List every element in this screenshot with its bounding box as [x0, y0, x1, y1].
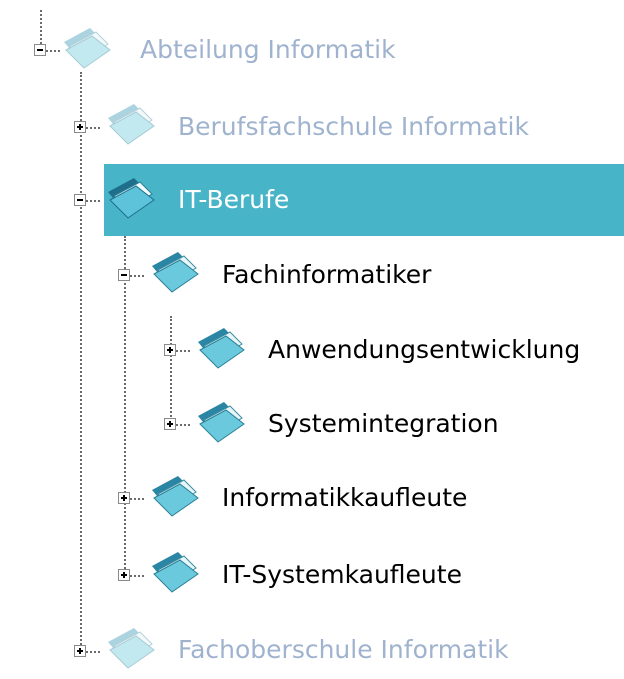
tree-guide-line: [86, 127, 100, 129]
expand-toggle[interactable]: [118, 569, 130, 581]
tree-guide-line: [86, 200, 100, 202]
folder-tree: Abteilung Informatik Berufsfachschule In…: [0, 0, 624, 679]
tree-node-label: IT-Systemkaufleute: [222, 560, 462, 589]
tree-guide-line: [86, 651, 100, 653]
folder-icon: [104, 98, 164, 148]
tree-guide-line: [130, 575, 144, 577]
folder-icon: [104, 172, 164, 222]
folder-icon: [148, 246, 208, 296]
tree-guide-line: [176, 350, 190, 352]
tree-node-label: Abteilung Informatik: [140, 35, 396, 64]
folder-icon: [194, 396, 254, 446]
tree-node-label: Berufsfachschule Informatik: [178, 112, 529, 141]
tree-guide-line: [46, 50, 60, 52]
collapse-toggle[interactable]: [118, 269, 130, 281]
folder-icon: [194, 322, 254, 372]
tree-node-label: Fachoberschule Informatik: [178, 635, 509, 664]
folder-icon: [60, 22, 120, 72]
collapse-toggle[interactable]: [34, 44, 46, 56]
expand-toggle[interactable]: [74, 121, 86, 133]
folder-icon: [148, 470, 208, 520]
tree-node-label: IT-Berufe: [178, 185, 290, 214]
tree-guide-line: [40, 10, 42, 44]
tree-node-label: Anwendungsentwicklung: [268, 335, 581, 364]
expand-toggle[interactable]: [74, 645, 86, 657]
tree-node-label: Fachinformatiker: [222, 260, 432, 289]
folder-icon: [148, 546, 208, 596]
expand-toggle[interactable]: [164, 344, 176, 356]
expand-toggle[interactable]: [164, 418, 176, 430]
tree-guide-line: [124, 236, 126, 576]
folder-icon: [104, 622, 164, 672]
tree-node-label: Informatikkaufleute: [222, 483, 468, 512]
collapse-toggle[interactable]: [74, 194, 86, 206]
tree-guide-line: [170, 316, 172, 424]
expand-toggle[interactable]: [118, 492, 130, 504]
tree-guide-line: [80, 72, 82, 652]
tree-guide-line: [176, 424, 190, 426]
tree-guide-line: [130, 498, 144, 500]
tree-node-label: Systemintegration: [268, 409, 499, 438]
tree-guide-line: [130, 275, 144, 277]
